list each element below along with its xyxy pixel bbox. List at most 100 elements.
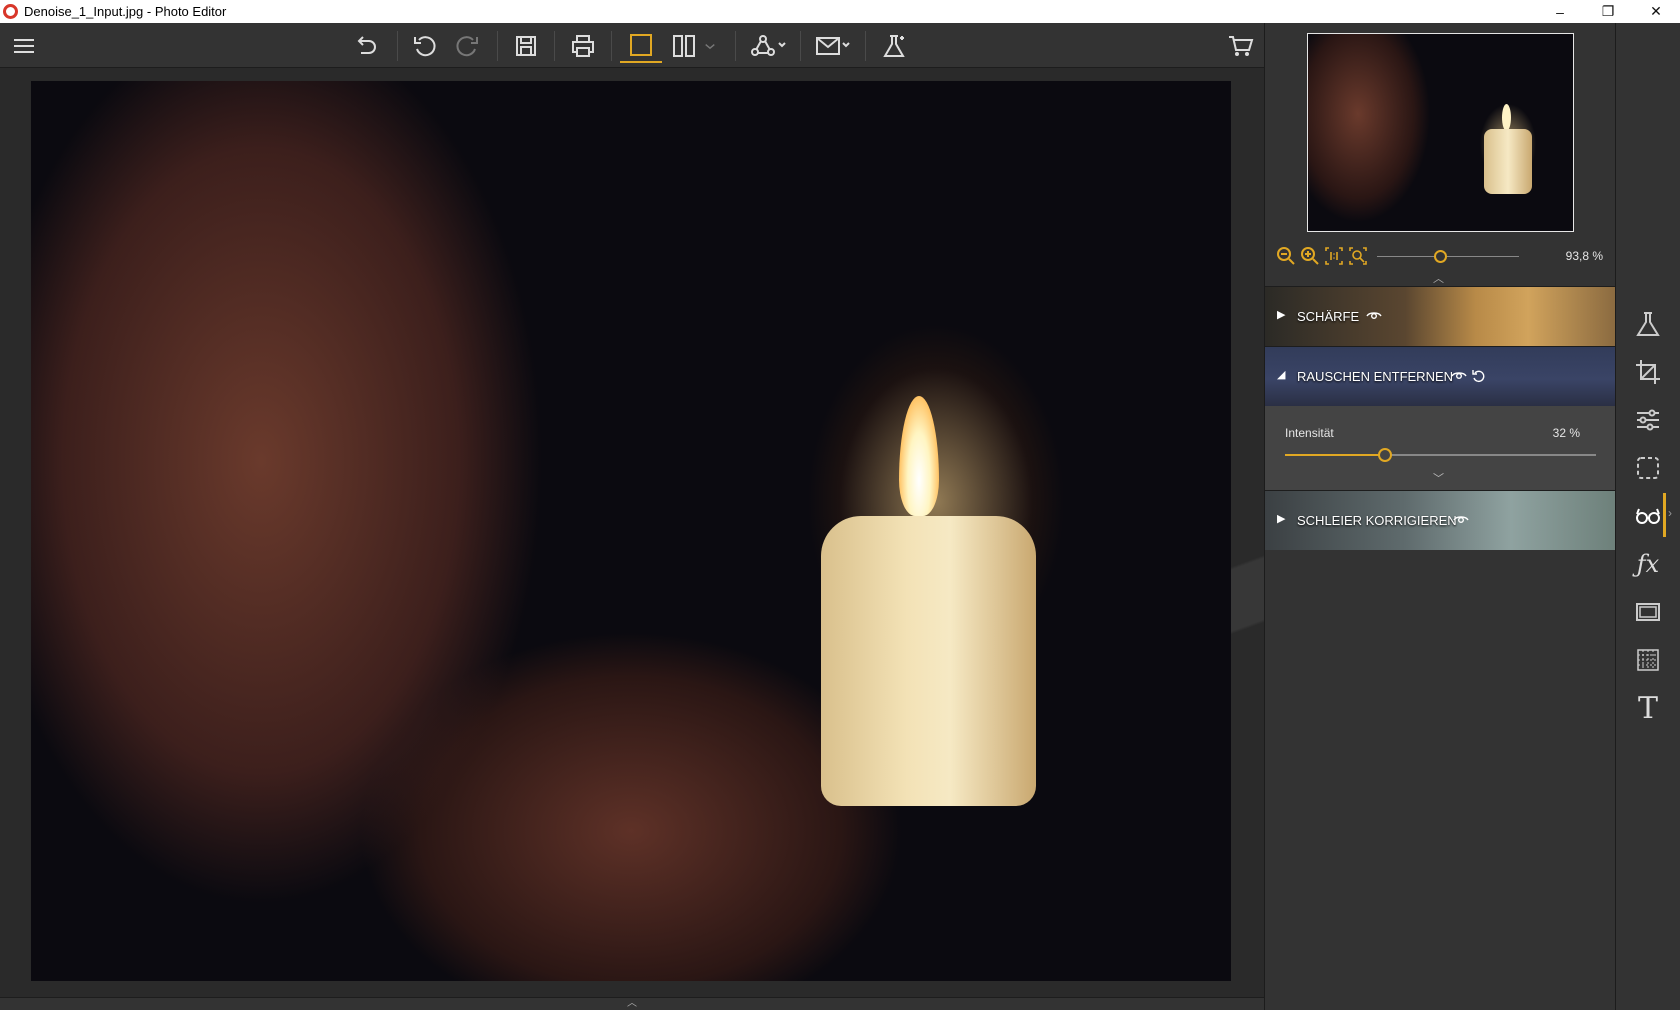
main-toolbar [0, 23, 1264, 68]
filmstrip-toggle[interactable]: ︿ [0, 997, 1264, 1010]
tool-strip: › ƒx T [1615, 23, 1680, 1010]
chevron-down-icon [705, 44, 715, 50]
eye-icon [1451, 372, 1467, 379]
share-icon [751, 35, 786, 56]
navigator-preview[interactable] [1307, 33, 1574, 232]
zoom-controls: 93,8 % [1265, 241, 1616, 271]
reset-noise-button[interactable] [1471, 368, 1487, 384]
intensity-value: 32 % [1552, 426, 1580, 440]
tool-selection[interactable] [1630, 450, 1666, 486]
zoom-value: 93,8 % [1565, 249, 1603, 263]
more-options-button[interactable]: ﹀ [1433, 470, 1444, 486]
save-icon [516, 36, 536, 56]
adjust-sliders-icon [1637, 409, 1659, 431]
visibility-toggle-sharpness[interactable] [1366, 308, 1382, 324]
title-bar: Denoise_1_Input.jpg - Photo Editor – ❐ ✕ [0, 0, 1680, 23]
glasses-icon [1636, 508, 1660, 524]
noise-settings: Intensität 32 % ﹀ [1265, 406, 1616, 490]
collapse-arrow-icon: ◢ [1277, 369, 1286, 381]
section-sharpness[interactable]: ▶ SCHÄRFE [1265, 286, 1616, 346]
export-button[interactable] [810, 29, 856, 63]
window-title: Denoise_1_Input.jpg - Photo Editor [24, 4, 227, 19]
intensity-slider[interactable] [1285, 448, 1596, 462]
visibility-toggle-haze[interactable] [1453, 512, 1469, 528]
minimize-button[interactable]: – [1536, 0, 1584, 23]
zoom-slider-handle[interactable] [1433, 250, 1447, 263]
eye-icon [1453, 516, 1469, 523]
maximize-button[interactable]: ❐ [1584, 0, 1632, 23]
app-logo-icon [3, 4, 18, 19]
candle [821, 516, 1036, 806]
undo-all-button[interactable] [348, 29, 384, 63]
intensity-slider-fill [1285, 454, 1385, 456]
expand-arrow-icon: ▶ [1277, 513, 1286, 525]
split-view-icon [673, 35, 695, 57]
chevron-up-icon: ︿ [627, 998, 637, 1009]
zoom-out-icon [1277, 247, 1295, 265]
lab-button[interactable] [876, 29, 912, 63]
single-view-icon [630, 34, 652, 56]
expand-panel-button[interactable]: › [1668, 506, 1672, 520]
zoom-in-button[interactable] [1299, 245, 1321, 267]
zoom-in-icon [1301, 247, 1319, 265]
frame-icon [1636, 603, 1660, 621]
actual-size-button[interactable] [1323, 245, 1345, 267]
reset-icon [1472, 370, 1485, 383]
collapse-navigator-button[interactable]: ︿ [1433, 270, 1444, 286]
undo-button[interactable] [406, 29, 442, 63]
export-icon [816, 37, 850, 55]
save-button[interactable] [508, 29, 544, 63]
expand-arrow-icon: ▶ [1277, 309, 1286, 321]
zoom-out-button[interactable] [1275, 245, 1297, 267]
section-noise-label: RAUSCHEN ENTFERNEN [1297, 369, 1454, 384]
compare-dropdown-button[interactable] [700, 29, 720, 63]
zoom-slider[interactable] [1377, 256, 1519, 257]
close-button[interactable]: ✕ [1632, 0, 1680, 23]
tool-optics[interactable] [1630, 498, 1666, 534]
section-haze-correction[interactable]: ▶ SCHLEIER KORRIGIEREN [1265, 490, 1616, 550]
cart-icon [1229, 36, 1254, 56]
texture-icon [1637, 649, 1659, 671]
tool-effects[interactable]: ƒx [1630, 546, 1666, 582]
chevron-right-icon: › [1668, 506, 1672, 520]
tool-adjustments[interactable] [1630, 402, 1666, 438]
crop-icon [1636, 360, 1660, 384]
lab-icon [1636, 312, 1660, 336]
visibility-toggle-noise[interactable] [1451, 368, 1467, 384]
candle-flame [899, 396, 939, 516]
fit-to-window-button[interactable] [1347, 245, 1369, 267]
text-icon: T [1637, 690, 1658, 726]
actual-size-icon [1325, 247, 1343, 265]
tool-frame[interactable] [1630, 594, 1666, 630]
chevron-down-icon: ﹀ [1433, 473, 1444, 485]
print-icon [572, 35, 594, 57]
undo-all-icon [357, 36, 376, 54]
single-view-button[interactable] [620, 29, 662, 63]
fx-icon: ƒx [1636, 550, 1660, 578]
split-view-button[interactable] [666, 29, 702, 63]
section-noise-removal[interactable]: ◢ RAUSCHEN ENTFERNEN [1265, 346, 1616, 406]
lab-icon [883, 35, 905, 57]
chevron-up-icon: ︿ [1433, 273, 1444, 285]
menu-button[interactable] [6, 29, 42, 63]
print-button[interactable] [565, 29, 601, 63]
intensity-slider-handle[interactable] [1377, 448, 1392, 462]
tool-texture[interactable] [1630, 642, 1666, 678]
selection-icon [1637, 457, 1659, 479]
share-button[interactable] [746, 29, 792, 63]
cart-button[interactable] [1222, 29, 1258, 63]
fit-icon [1349, 247, 1367, 265]
tool-crop[interactable] [1630, 354, 1666, 390]
image-canvas[interactable] [0, 68, 1264, 997]
section-sharpness-label: SCHÄRFE [1297, 309, 1360, 324]
tool-lab[interactable] [1630, 306, 1666, 342]
menu-icon [14, 39, 34, 53]
redo-button[interactable] [450, 29, 486, 63]
undo-icon [414, 36, 436, 57]
tool-text[interactable]: T [1630, 690, 1666, 726]
edited-photo[interactable] [31, 81, 1231, 981]
redo-icon [456, 36, 478, 57]
active-tool-indicator [1663, 493, 1666, 537]
eye-icon [1366, 312, 1382, 319]
section-haze-label: SCHLEIER KORRIGIEREN [1297, 513, 1457, 528]
